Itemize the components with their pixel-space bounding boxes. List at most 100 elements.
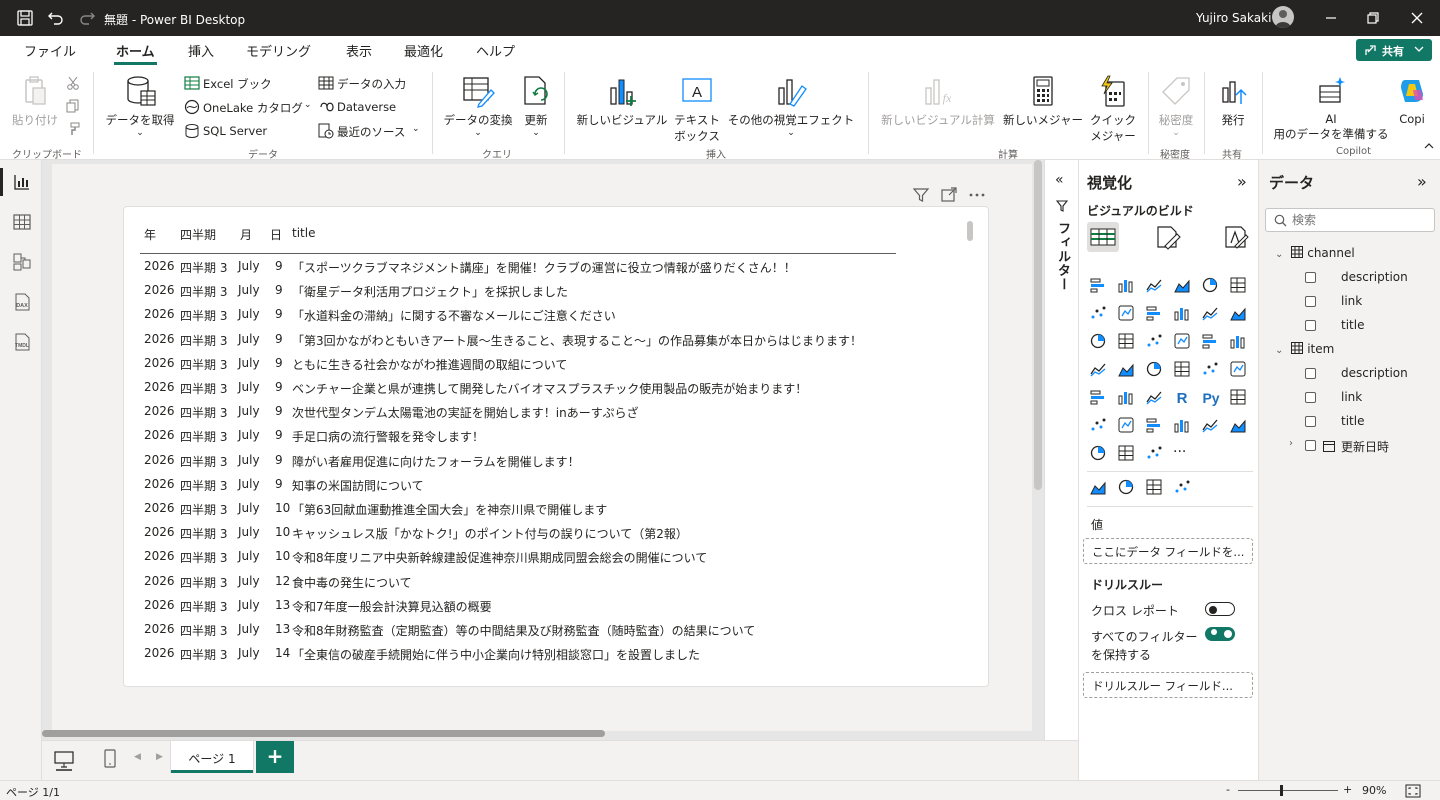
new-visual-button[interactable]: 新しいビジュアル xyxy=(572,74,672,128)
narrative-icon[interactable] xyxy=(1145,416,1163,434)
column-header-day[interactable]: 日 xyxy=(270,226,282,243)
line-clustered-column-chart-icon[interactable] xyxy=(1229,304,1247,322)
chevron-left-icon[interactable]: ◀ xyxy=(134,752,141,762)
field-item[interactable]: link xyxy=(1289,390,1429,408)
more-visuals-icon[interactable]: ··· xyxy=(1173,444,1191,462)
page-tab[interactable]: ページ 1 xyxy=(170,741,254,773)
chevron-down-icon[interactable]: ⌄ xyxy=(304,100,312,110)
field-checkbox[interactable] xyxy=(1305,296,1316,307)
minimize-icon[interactable] xyxy=(1322,9,1340,27)
field-item[interactable]: link xyxy=(1289,294,1429,312)
tmdl-view-icon[interactable]: TMDL xyxy=(12,332,32,352)
cross-report-toggle[interactable] xyxy=(1205,602,1235,616)
user-name[interactable]: Yujiro Sakaki xyxy=(1196,11,1271,25)
table-row[interactable]: 2026 四半期 3 July 10 キャッシュレス版「かなトク!」のポイント付与の誤り… xyxy=(124,525,964,549)
globe-visual-icon[interactable] xyxy=(1089,478,1107,496)
format-painter-icon[interactable] xyxy=(66,122,80,136)
zoom-level[interactable]: 90% xyxy=(1362,784,1386,797)
copilot-button[interactable]: Copi xyxy=(1394,74,1430,126)
table-row[interactable]: 2026 四半期 3 July 9 「水道料金の滞納」に関する不審なメールにご注意くださ… xyxy=(124,307,964,331)
column-header-title[interactable]: title xyxy=(292,226,315,240)
field-item[interactable]: description xyxy=(1289,366,1429,384)
copy-icon[interactable] xyxy=(66,99,80,113)
mobile-layout-icon[interactable] xyxy=(98,747,122,771)
tab-modeling[interactable]: モデリング xyxy=(246,41,311,60)
chevron-right-icon[interactable]: › xyxy=(1289,438,1293,449)
chevron-right-icon[interactable]: ▶ xyxy=(156,752,163,762)
focus-mode-icon[interactable] xyxy=(940,186,958,204)
more-options-icon[interactable] xyxy=(968,186,986,204)
stacked-bar-chart-icon[interactable] xyxy=(1089,276,1107,294)
table-scrollbar[interactable] xyxy=(967,221,973,241)
chevron-down-icon[interactable]: ⌄ xyxy=(1275,249,1283,260)
keep-filters-toggle[interactable] xyxy=(1205,627,1235,641)
python-visual-icon[interactable]: Py xyxy=(1201,388,1219,406)
table-view-icon[interactable] xyxy=(12,212,32,232)
field-item[interactable]: › 更新日時 xyxy=(1289,438,1429,456)
table-row[interactable]: 2026 四半期 3 July 13 令和7年度一般会計決算見込額の概要 xyxy=(124,598,964,622)
field-item[interactable]: title xyxy=(1289,318,1429,336)
table-icon[interactable] xyxy=(1117,388,1135,406)
field-checkbox[interactable] xyxy=(1305,416,1316,427)
canvas-vertical-scrollbar[interactable] xyxy=(1034,160,1042,490)
table-row[interactable]: 2026 四半期 3 July 9 「スポーツクラブマネジメント講座」を開催！クラブの運… xyxy=(124,259,964,283)
avatar[interactable] xyxy=(1272,6,1294,28)
undo-icon[interactable] xyxy=(47,9,65,27)
trophy-icon[interactable] xyxy=(1145,478,1163,496)
custom-visual-icon[interactable] xyxy=(1173,478,1191,496)
zoom-in-button[interactable]: + xyxy=(1343,783,1352,796)
prepare-data-ai-button[interactable]: AI 用のデータを準備する xyxy=(1266,74,1396,142)
key-influencers-icon[interactable] xyxy=(1229,388,1247,406)
table-row[interactable]: 2026 四半期 3 July 10 令和8年度リニア中央新幹線建設促進神奈川県期成同盟… xyxy=(124,549,964,573)
column-header-year[interactable]: 年 xyxy=(144,226,156,243)
field-checkbox[interactable] xyxy=(1305,368,1316,379)
field-checkbox[interactable] xyxy=(1305,440,1316,451)
canvas-horizontal-scrollbar[interactable] xyxy=(42,730,605,737)
tab-home[interactable]: ホーム xyxy=(114,41,157,65)
collapse-data-icon[interactable]: » xyxy=(1417,172,1427,191)
filters-pane[interactable]: « フィルター xyxy=(1044,160,1078,740)
line-chart-icon[interactable] xyxy=(1089,304,1107,322)
format-visual-icon[interactable] xyxy=(1155,224,1181,250)
desktop-layout-icon[interactable] xyxy=(52,747,76,771)
line-stacked-column-chart-icon[interactable] xyxy=(1201,304,1219,322)
drillthrough-drop-zone[interactable]: ドリルスルー フィールド... xyxy=(1083,672,1253,698)
new-measure-button[interactable]: 新しいメジャー xyxy=(1000,74,1086,128)
stacked-column-chart-icon[interactable] xyxy=(1117,276,1135,294)
cut-icon[interactable] xyxy=(66,76,80,90)
decomposition-tree-icon[interactable] xyxy=(1089,416,1107,434)
power-apps-icon[interactable] xyxy=(1201,416,1219,434)
field-item[interactable]: title xyxy=(1289,414,1429,432)
funnel-chart-icon[interactable] xyxy=(1145,332,1163,350)
map-icon[interactable] xyxy=(1117,360,1135,378)
expand-filters-icon[interactable]: « xyxy=(1055,172,1064,188)
table-row[interactable]: 2026 四半期 3 July 9 「衛星データ利活用プロジェクト」を採択しました xyxy=(124,283,964,307)
area-chart-icon[interactable] xyxy=(1117,304,1135,322)
recent-sources-button[interactable]: 最近のソース xyxy=(318,122,422,140)
collapse-viz-icon[interactable]: » xyxy=(1237,172,1247,191)
enter-data-button[interactable]: データの入力 xyxy=(318,74,418,92)
stacked-area-chart-icon[interactable] xyxy=(1145,304,1163,322)
new-visual-calc-button[interactable]: fx 新しいビジュアル計算 xyxy=(876,74,1000,128)
donut-chart-icon[interactable] xyxy=(1229,332,1247,350)
close-icon[interactable] xyxy=(1408,9,1426,27)
excel-workbook-button[interactable]: Excel ブック xyxy=(184,74,302,92)
quick-measure-button[interactable]: クイック メジャー xyxy=(1086,74,1140,144)
get-data-button[interactable]: データを取得 ⌄ xyxy=(102,74,178,138)
table-row[interactable]: 2026 四半期 3 July 9 「第3回かながわともいきアート展～生きること、表現す… xyxy=(124,332,964,356)
search-box[interactable] xyxy=(1265,208,1435,232)
100-stacked-area-chart-icon[interactable] xyxy=(1173,304,1191,322)
table-row[interactable]: 2026 四半期 3 July 13 令和8年財務監査（定期監査）等の中間結果及び財務監… xyxy=(124,622,964,646)
field-checkbox[interactable] xyxy=(1305,392,1316,403)
paginated-report-icon[interactable] xyxy=(1173,416,1191,434)
search-input[interactable] xyxy=(1292,212,1430,228)
100-stacked-bar-chart-icon[interactable] xyxy=(1201,276,1219,294)
table-row[interactable]: 2026 四半期 3 July 9 次世代型タンデム太陽電池の実証を開始します！inあー… xyxy=(124,404,964,428)
100-stacked-column-chart-icon[interactable] xyxy=(1229,276,1247,294)
image-icon[interactable] xyxy=(1229,416,1247,434)
table-row[interactable]: 2026 四半期 3 July 14 「全東信の破産手続開始に伴う中小企業向け特別相談窓… xyxy=(124,646,964,670)
azure-map-icon[interactable] xyxy=(1145,360,1163,378)
tab-help[interactable]: ヘルプ xyxy=(476,41,515,60)
table-row[interactable]: 2026 四半期 3 July 12 食中毒の発生について xyxy=(124,574,964,598)
column-header-month[interactable]: 月 xyxy=(240,226,252,243)
